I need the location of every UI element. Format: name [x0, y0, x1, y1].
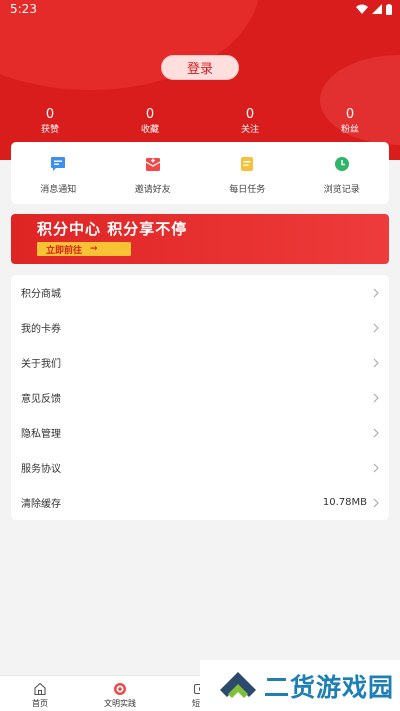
- civilization-practice-icon: [114, 683, 126, 695]
- quick-action-messages[interactable]: 消息通知: [11, 142, 106, 204]
- quick-action-label: 浏览记录: [323, 185, 360, 195]
- settings-menu: 积分商城 我的卡券 关于我们 意见反馈 隐私管理 服务协议 清除缓存 10.78…: [11, 275, 389, 520]
- menu-item-label: 积分商城: [21, 289, 61, 300]
- stat-followers[interactable]: 0 粉丝: [300, 107, 400, 136]
- menu-item-service-agreement[interactable]: 服务协议: [11, 450, 389, 485]
- menu-item-feedback[interactable]: 意见反馈: [11, 380, 389, 415]
- profile-stats: 0 获赞 0 收藏 0 关注 0 粉丝: [0, 107, 400, 136]
- stat-label: 粉丝: [340, 125, 359, 135]
- clock-icon: [334, 157, 349, 171]
- stat-value: 0: [345, 107, 355, 122]
- menu-item-points-mall[interactable]: 积分商城: [11, 275, 389, 310]
- menu-item-label: 隐私管理: [21, 429, 61, 440]
- banner-go-button[interactable]: 立即前往 →: [37, 242, 131, 256]
- quick-actions-card: 消息通知 邀请好友 每日任务 浏览记录: [11, 142, 389, 204]
- points-center-banner[interactable]: 积分中心 积分享不停 立即前往 →: [11, 214, 389, 264]
- profile-header: [0, 0, 400, 160]
- menu-item-about-us[interactable]: 关于我们: [11, 345, 389, 380]
- menu-item-label: 意见反馈: [21, 394, 61, 405]
- tab-label: 首页: [32, 699, 48, 708]
- quick-action-label: 邀请好友: [134, 185, 171, 195]
- chevron-right-icon: [373, 428, 379, 437]
- menu-item-label: 我的卡券: [21, 324, 61, 335]
- stat-likes[interactable]: 0 获赞: [0, 107, 100, 136]
- stat-label: 获赞: [40, 125, 59, 135]
- menu-item-clear-cache[interactable]: 清除缓存 10.78MB: [11, 485, 389, 520]
- menu-item-label: 服务协议: [21, 464, 61, 475]
- task-list-icon: [241, 157, 254, 171]
- battery-icon: [386, 3, 392, 15]
- tab-home[interactable]: 首页: [0, 676, 80, 711]
- quick-action-invite[interactable]: 邀请好友: [106, 142, 201, 204]
- quick-action-label: 消息通知: [40, 185, 77, 195]
- signal-icon: [372, 4, 382, 14]
- wifi-icon: [356, 4, 368, 14]
- message-icon: [51, 157, 66, 171]
- chevron-right-icon: [373, 498, 379, 507]
- chevron-right-icon: [373, 323, 379, 332]
- tab-civilization-practice[interactable]: 文明实践: [80, 676, 160, 711]
- chevron-right-icon: [373, 288, 379, 297]
- status-bar: 5:23: [0, 0, 400, 18]
- stat-value: 0: [45, 107, 55, 122]
- cache-size-value: 10.78MB: [322, 497, 367, 508]
- watermark: 二货游戏园: [200, 660, 400, 711]
- stat-value: 0: [145, 107, 155, 122]
- quick-action-daily-tasks[interactable]: 每日任务: [200, 142, 295, 204]
- invite-envelope-icon: [145, 158, 161, 171]
- tab-label: 文明实践: [104, 699, 136, 708]
- quick-action-label: 每日任务: [229, 185, 266, 195]
- menu-item-privacy[interactable]: 隐私管理: [11, 415, 389, 450]
- stat-label: 关注: [240, 125, 259, 135]
- quick-action-history[interactable]: 浏览记录: [295, 142, 390, 204]
- stat-label: 收藏: [140, 125, 159, 135]
- banner-title: 积分中心 积分享不停: [37, 220, 188, 238]
- chevron-right-icon: [373, 463, 379, 472]
- login-button[interactable]: 登录: [161, 55, 239, 80]
- chevron-right-icon: [373, 393, 379, 402]
- stat-favorites[interactable]: 0 收藏: [100, 107, 200, 136]
- menu-item-label: 清除缓存: [21, 499, 61, 510]
- chevron-right-icon: [373, 358, 379, 367]
- watermark-text: 二货游戏园: [264, 672, 395, 702]
- menu-item-my-coupons[interactable]: 我的卡券: [11, 310, 389, 345]
- stat-following[interactable]: 0 关注: [200, 107, 300, 136]
- home-icon: [34, 682, 46, 696]
- watermark-logo: [220, 671, 256, 698]
- menu-item-label: 关于我们: [21, 359, 61, 370]
- status-time: 5:23: [10, 2, 37, 16]
- arrow-right-icon: →: [90, 244, 98, 254]
- banner-button-label: 立即前往: [46, 245, 83, 256]
- stat-value: 0: [245, 107, 255, 122]
